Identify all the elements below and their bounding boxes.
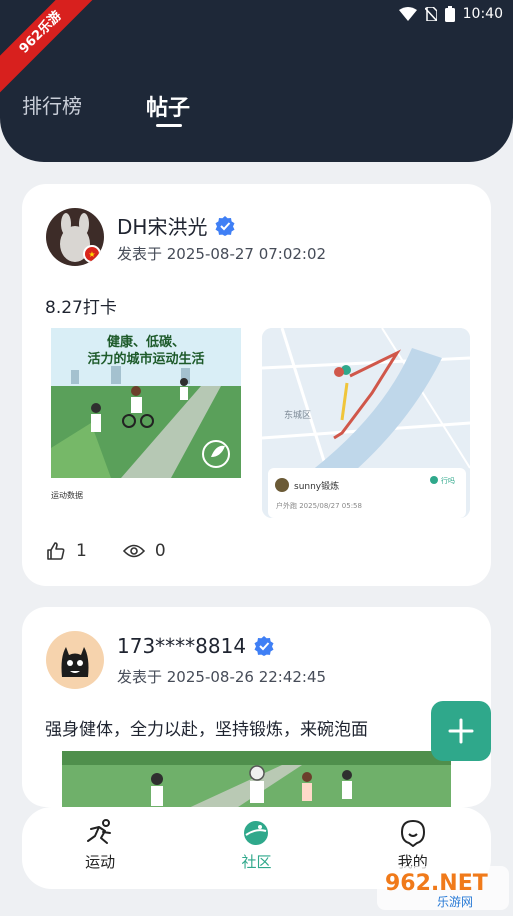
header: 10:40 962乐游 排行榜 帖子 xyxy=(0,0,513,162)
svg-text:★: ★ xyxy=(88,250,95,259)
nav-item-community[interactable]: 社区 xyxy=(206,807,306,889)
post-content: 强身健体，全力以赴，坚持锻炼，来碗泡面 xyxy=(45,720,368,740)
corner-ribbon: 962乐游 xyxy=(0,0,104,96)
like-button[interactable]: 1 xyxy=(46,541,87,561)
username: 173****8814 xyxy=(117,634,274,658)
tab-ranking[interactable]: 排行榜 xyxy=(22,90,82,122)
image-headline-1: 健康、低碳、 xyxy=(107,334,185,350)
map-meta: 户外跑 2025/08/27 05:58 xyxy=(276,501,362,510)
nav-label-sport: 运动 xyxy=(85,853,116,871)
post-image-running-park[interactable] xyxy=(62,751,451,807)
post-timestamp: 发表于 2025-08-27 07:02:02 xyxy=(117,245,327,263)
view-count: 0 xyxy=(154,541,166,561)
eye-icon xyxy=(122,544,145,558)
post-stats: 1 0 xyxy=(46,541,202,561)
watermark-sub: 乐游网 xyxy=(437,895,473,909)
verified-badge-icon xyxy=(254,636,274,656)
tab-bar: 排行榜 帖子 xyxy=(22,90,190,127)
nav-label-community: 社区 xyxy=(241,853,272,871)
map-user: sunny锻炼 xyxy=(294,480,339,492)
post-image-route-map[interactable]: 东城区 sunny锻炼 行吗 户外跑 2025/08/27 05:58 xyxy=(262,328,470,518)
post-card[interactable]: 173****8814 发表于 2025-08-26 22:42:45 强身健体… xyxy=(22,607,491,807)
add-post-button[interactable] xyxy=(431,701,491,761)
face-icon xyxy=(400,819,425,847)
image-caption: 运动数据 xyxy=(51,490,83,500)
post-timestamp: 发表于 2025-08-26 22:42:45 xyxy=(117,668,327,686)
thumbs-up-icon xyxy=(47,542,65,560)
site-watermark: 962.NET 乐游网 xyxy=(377,862,509,912)
post-content: 8.27打卡 xyxy=(45,298,117,318)
post-card[interactable]: ★ DH宋洪光 发表于 2025-08-27 07:02:02 8.27打卡 健… xyxy=(22,184,491,586)
wifi-icon xyxy=(398,7,417,21)
avatar[interactable]: ★ xyxy=(46,208,104,266)
nav-item-sport[interactable]: 运动 xyxy=(50,807,150,889)
watermark-brand: 962.NET xyxy=(385,871,488,896)
verified-badge-icon xyxy=(215,215,235,236)
status-bar: 10:40 xyxy=(398,6,503,22)
map-badge: 行吗 xyxy=(441,476,455,485)
sim-icon xyxy=(424,7,437,21)
planet-icon xyxy=(244,821,269,845)
running-icon xyxy=(87,819,112,844)
clock: 10:40 xyxy=(462,6,503,22)
like-count: 1 xyxy=(76,541,87,561)
tab-posts[interactable]: 帖子 xyxy=(146,90,190,127)
map-district-label: 东城区 xyxy=(284,409,311,421)
plus-icon xyxy=(448,718,474,744)
battery-icon xyxy=(444,6,455,22)
avatar[interactable] xyxy=(46,631,104,689)
image-headline-2: 活力的城市运动生活 xyxy=(87,351,204,367)
username: DH宋洪光 xyxy=(117,211,235,240)
post-image-city-exercise[interactable]: 健康、低碳、 活力的城市运动生活 运动数据 xyxy=(51,328,241,518)
view-stat: 0 xyxy=(122,541,166,561)
